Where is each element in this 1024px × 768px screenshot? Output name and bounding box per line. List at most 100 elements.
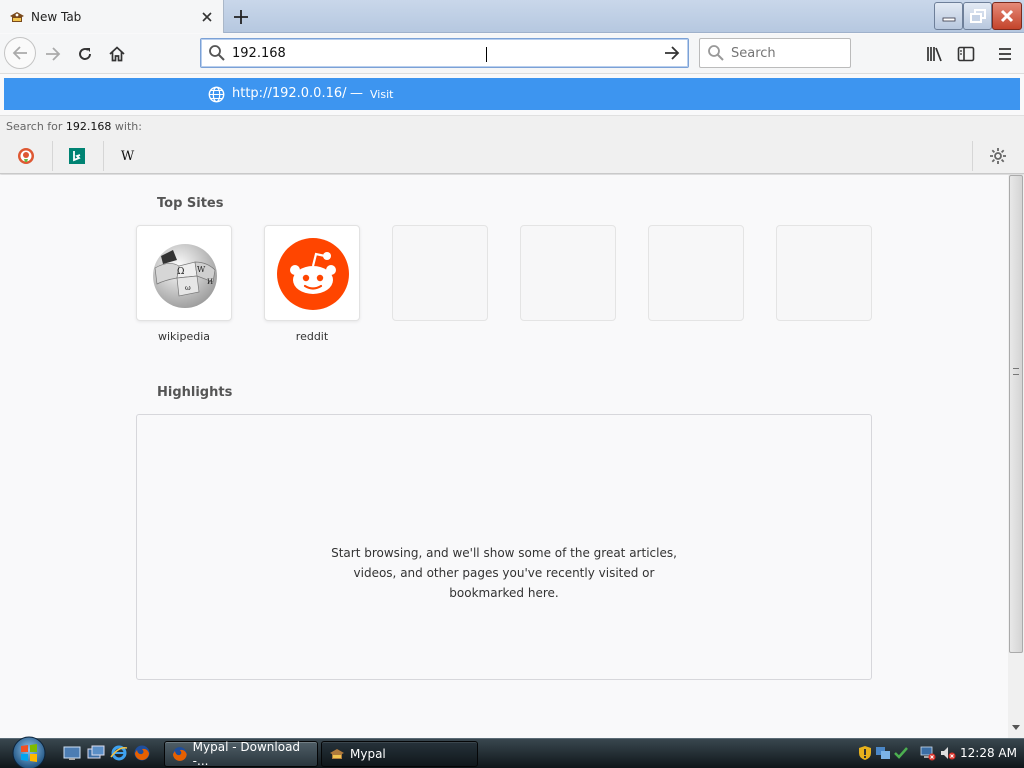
network-status-icon[interactable] — [875, 745, 891, 761]
go-arrow-icon — [665, 46, 680, 60]
duckduckgo-icon — [18, 148, 34, 164]
task-label: Mypal - Download -... — [192, 740, 301, 768]
svg-text:ω: ω — [185, 284, 191, 292]
menu-button[interactable] — [990, 39, 1020, 69]
checkmark-icon[interactable] — [893, 745, 909, 761]
go-button[interactable] — [658, 39, 686, 67]
svg-text:И: И — [207, 278, 213, 286]
highlights-empty-state: Start browsing, and we'll show some of t… — [136, 414, 872, 680]
scrollbar-grip-icon — [1013, 368, 1019, 375]
taskbar-task-download[interactable]: Mypal - Download -... — [164, 740, 318, 768]
suggestion-action: Visit — [370, 88, 394, 101]
suggestion-separator: — — [350, 86, 363, 101]
search-icon — [209, 45, 225, 61]
sidebar-button[interactable] — [951, 39, 981, 69]
hamburger-menu-icon — [999, 48, 1011, 60]
task-label: Mypal — [350, 747, 386, 761]
minimize-button[interactable] — [934, 2, 963, 30]
new-tab-button[interactable] — [228, 4, 254, 30]
reload-button[interactable] — [70, 39, 100, 69]
top-site-placeholder — [392, 225, 488, 321]
empty-message-line: Start browsing, and we'll show some of t… — [331, 546, 677, 560]
top-site-placeholder — [648, 225, 744, 321]
tab-strip: New Tab — [0, 0, 1024, 33]
forward-arrow-icon — [46, 47, 61, 61]
page-scrollbar[interactable] — [1008, 175, 1024, 738]
svg-text:Ω: Ω — [177, 267, 184, 277]
home-icon — [109, 46, 125, 62]
back-button[interactable] — [4, 37, 36, 69]
svg-text:W: W — [197, 265, 206, 274]
new-tab-page: Top Sites Ω W И ω wikipedia reddit Highl… — [0, 175, 1008, 738]
firefox-icon — [172, 747, 187, 761]
reload-icon — [79, 48, 91, 60]
tab-new-tab[interactable]: New Tab — [0, 0, 224, 33]
taskbar: Mypal - Download -... Mypal 12:28 AM — [0, 735, 1024, 768]
search-bar[interactable] — [699, 38, 851, 68]
system-tray: 12:28 AM — [852, 739, 1024, 768]
search-icon — [708, 45, 724, 61]
wikipedia-globe-icon: Ω W И ω — [153, 244, 217, 308]
close-window-button[interactable] — [992, 2, 1022, 30]
top-site-label: reddit — [295, 330, 329, 343]
scrollbar-thumb[interactable] — [1009, 175, 1023, 653]
close-tab-icon[interactable] — [197, 7, 217, 27]
library-button[interactable] — [920, 39, 950, 69]
search-settings-button[interactable] — [972, 141, 1022, 171]
back-arrow-icon — [12, 46, 27, 60]
tab-title: New Tab — [31, 9, 82, 24]
empty-message-line: videos, and other pages you've recently … — [353, 566, 655, 580]
restore-button[interactable] — [963, 2, 992, 30]
empty-message-line: bookmarked here. — [449, 586, 559, 600]
library-icon — [927, 47, 942, 62]
search-for-query: 192.168 — [65, 120, 112, 133]
start-button[interactable] — [8, 735, 50, 768]
navigation-toolbar — [0, 34, 1024, 102]
restore-icon — [969, 9, 986, 23]
url-input[interactable] — [232, 45, 658, 61]
scroll-down-arrow-icon[interactable] — [1012, 725, 1020, 730]
globe-icon — [208, 86, 225, 103]
bing-icon — [68, 148, 85, 164]
security-shield-icon[interactable] — [857, 745, 873, 761]
highlights-empty-message: Start browsing, and we'll show some of t… — [137, 543, 871, 603]
engine-wikipedia[interactable]: W — [103, 141, 151, 171]
search-for-label: Search for 192.168 with: — [0, 115, 1024, 139]
plus-icon — [234, 10, 248, 24]
forward-button[interactable] — [38, 39, 68, 69]
wikipedia-icon: W — [120, 148, 135, 164]
switch-windows-icon[interactable] — [87, 744, 105, 762]
network-disconnected-icon[interactable] — [920, 745, 936, 761]
top-site-placeholder — [520, 225, 616, 321]
internet-explorer-icon[interactable] — [110, 744, 128, 762]
home-button[interactable] — [102, 39, 132, 69]
top-site-reddit[interactable] — [264, 225, 360, 321]
gear-icon — [989, 148, 1006, 164]
engine-duckduckgo[interactable] — [2, 141, 50, 171]
volume-muted-icon[interactable] — [940, 745, 956, 761]
search-input[interactable] — [731, 45, 841, 61]
text-caret — [486, 47, 487, 62]
top-site-wikipedia[interactable]: Ω W И ω — [136, 225, 232, 321]
search-for-suffix: with: — [114, 120, 142, 133]
top-site-label: wikipedia — [157, 330, 210, 343]
top-sites-heading: Top Sites — [157, 196, 224, 211]
url-suggestion-row[interactable]: http://192.0.0.16/ — Visit — [4, 78, 1020, 110]
search-for-prefix: Search for — [6, 120, 63, 133]
top-site-placeholder — [776, 225, 872, 321]
show-desktop-icon[interactable] — [63, 744, 81, 762]
reddit-logo-icon — [277, 238, 349, 310]
firefox-icon[interactable] — [133, 744, 151, 762]
one-off-search-engines: W — [0, 139, 1024, 174]
engine-bing[interactable] — [52, 141, 100, 171]
taskbar-clock[interactable]: 12:28 AM — [960, 746, 1017, 760]
highlights-heading: Highlights — [157, 385, 233, 400]
suggestion-url: http://192.0.0.16/ — [232, 86, 347, 101]
minimize-icon — [942, 17, 955, 22]
close-icon — [1000, 9, 1014, 23]
sidebar-icon — [957, 46, 975, 62]
url-bar[interactable] — [200, 38, 689, 68]
mypal-icon — [9, 9, 25, 25]
mypal-icon — [330, 749, 344, 759]
taskbar-task-mypal[interactable]: Mypal — [321, 741, 478, 767]
